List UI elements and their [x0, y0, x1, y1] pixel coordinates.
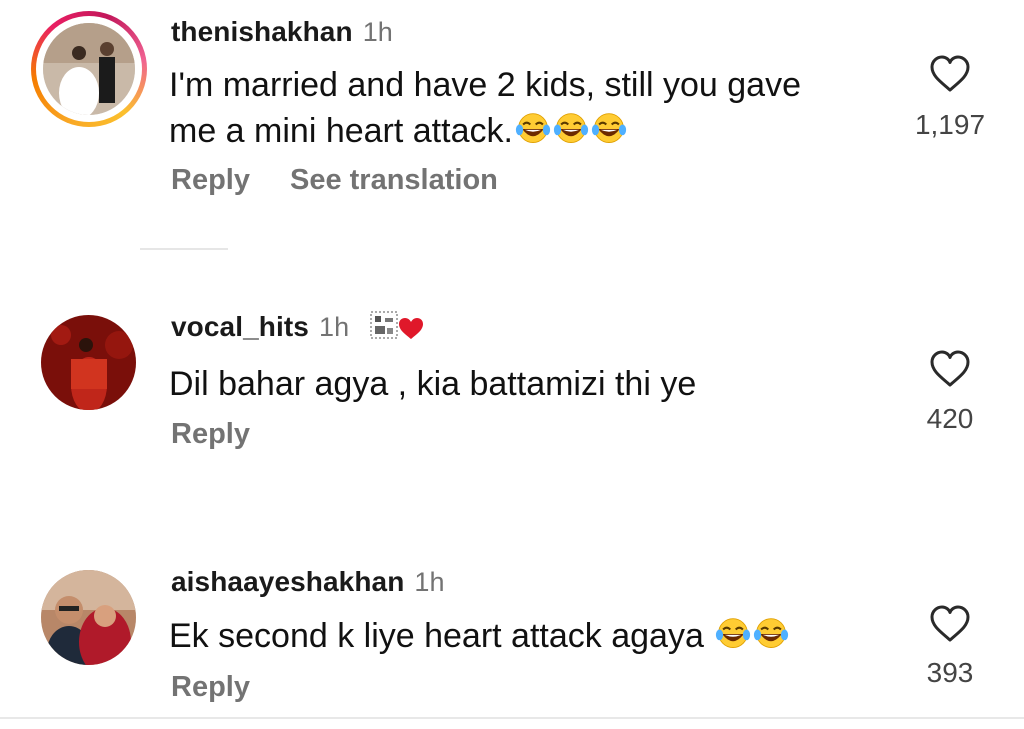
see-translation-button[interactable]: See translation — [290, 164, 498, 196]
bottom-divider — [0, 717, 1024, 719]
like-count: 393 — [926, 657, 974, 688]
heart-outline-icon[interactable] — [929, 55, 971, 93]
comment-actions: Reply — [171, 418, 290, 451]
timestamp: 1h — [362, 17, 393, 47]
comment-text-line: I'm married and have 2 kids, still you g… — [169, 66, 802, 104]
reply-button[interactable]: Reply — [171, 671, 250, 703]
timestamp: 1h — [318, 312, 350, 342]
face-with-tears-of-joy-emoji — [515, 112, 551, 146]
avatar-photo — [43, 23, 135, 115]
username[interactable]: aishaayeshakhan 1h — [171, 566, 445, 598]
heart-outline-icon[interactable] — [929, 350, 971, 388]
comment-text-line-wrap: Ek second k liye heart attack agaya — [169, 613, 789, 659]
timestamp: 1h — [414, 567, 445, 597]
comment-text: Dil bahar agya , kia battamizi thi ye — [169, 361, 696, 407]
comment-text: I'm married and have 2 kids, still you g… — [169, 62, 801, 154]
divider — [140, 248, 228, 250]
avatar-photo — [41, 315, 136, 410]
avatar[interactable] — [43, 23, 135, 115]
like-count: 1,197 — [914, 109, 986, 140]
comment-text-line: me a mini heart attack. — [169, 112, 513, 150]
reply-button[interactable]: Reply — [171, 164, 250, 196]
username[interactable]: thenishakhan 1h — [171, 16, 393, 48]
like-count: 420 — [926, 403, 974, 434]
face-with-tears-of-joy-emoji — [591, 112, 627, 146]
heart-sticker-icon — [370, 311, 424, 339]
face-with-tears-of-joy-emoji — [553, 112, 589, 146]
username-text[interactable]: aishaayeshakhan — [171, 566, 404, 597]
comment-item: thenishakhan 1h I'm married and have 2 ki… — [0, 0, 1024, 250]
comment-actions: Reply See translation — [171, 164, 538, 197]
avatar[interactable] — [41, 570, 136, 665]
face-with-tears-of-joy-emoji — [753, 617, 789, 651]
username-text[interactable]: vocal_hits — [171, 311, 309, 342]
avatar-photo — [41, 570, 136, 665]
comment-actions: Reply — [171, 671, 290, 704]
username-text[interactable]: thenishakhan — [171, 16, 353, 47]
avatar[interactable] — [41, 315, 136, 410]
comment-text: Ek second k liye heart attack agaya — [169, 613, 789, 659]
face-with-tears-of-joy-emoji — [715, 617, 751, 651]
comment-text-line: Ek second k liye heart attack agaya — [169, 617, 704, 655]
comment-text-line: Dil bahar agya , kia battamizi thi ye — [169, 365, 697, 403]
reply-button[interactable]: Reply — [171, 418, 250, 450]
username[interactable]: vocal_hits 1h — [171, 310, 425, 343]
comment-text-line-2: me a mini heart attack. — [169, 108, 801, 154]
heart-outline-icon[interactable] — [929, 605, 971, 643]
